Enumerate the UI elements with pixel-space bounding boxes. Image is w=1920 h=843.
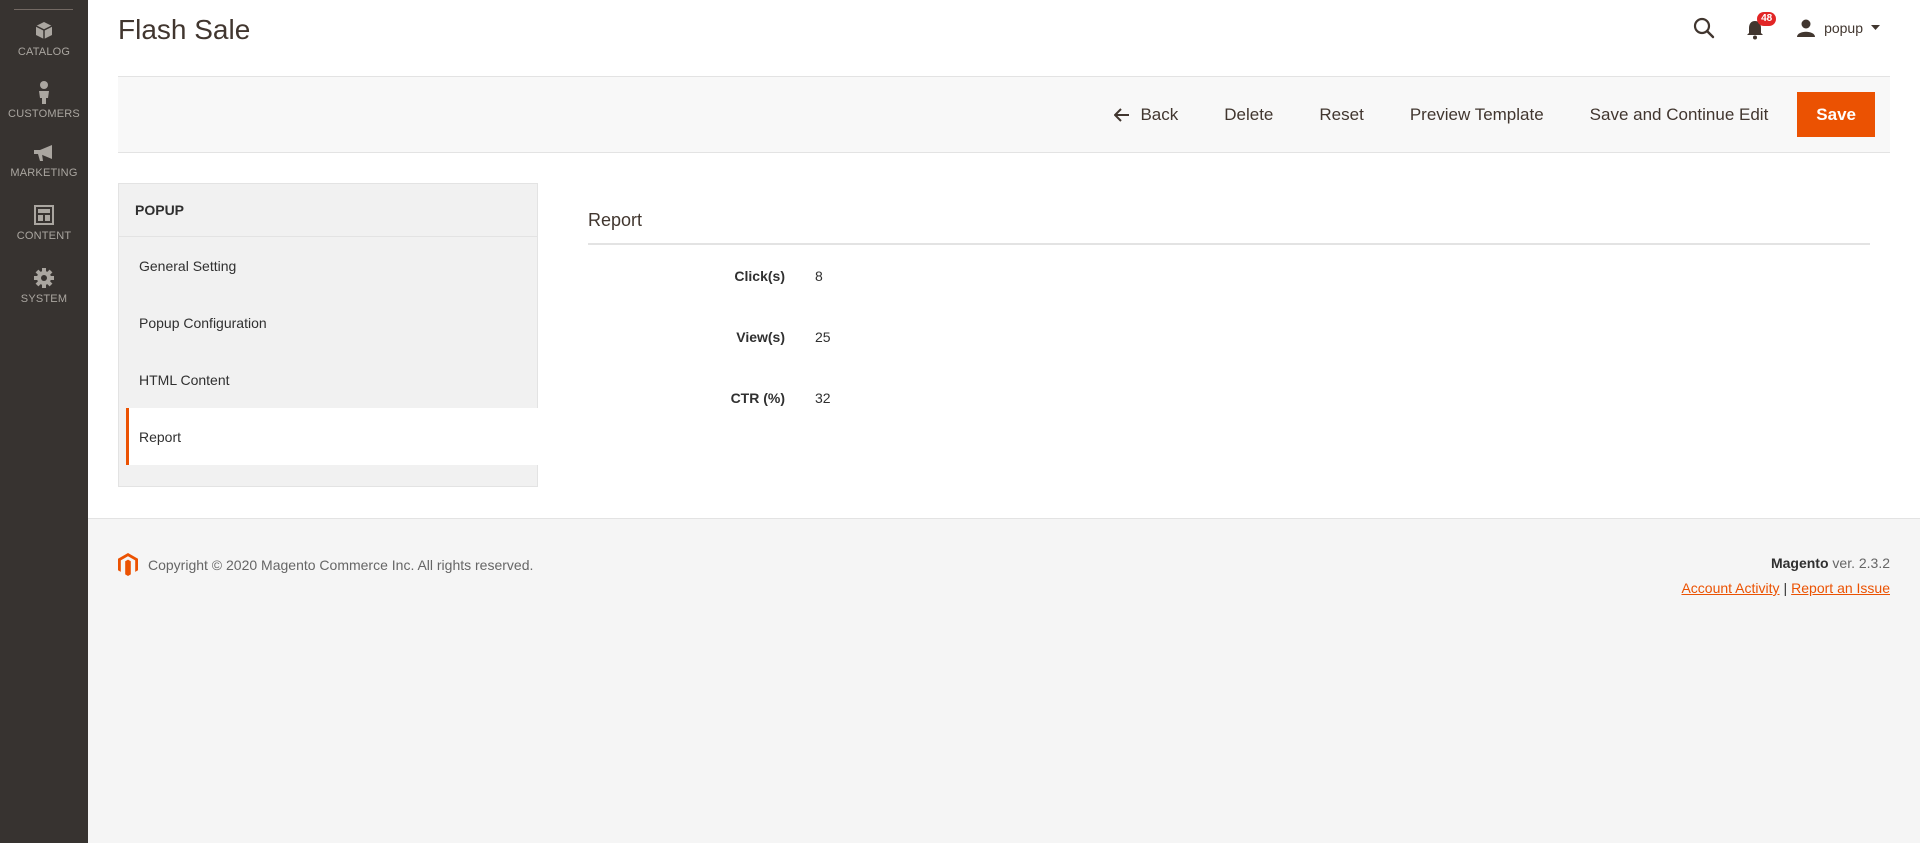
save-button[interactable]: Save [1797,92,1875,137]
page-actions-bar: Back Delete Reset Preview Template Save … [118,76,1890,153]
section-title: Report [588,210,1870,245]
notification-count-badge: 48 [1757,12,1777,26]
content-layout-icon [34,205,54,225]
field-value: 32 [815,389,831,406]
sidebar-item-content[interactable]: CONTENT [0,204,88,264]
link-separator: | [1783,580,1788,596]
user-name: popup [1824,20,1863,36]
tabs-title: POPUP [119,184,537,237]
system-gear-icon [34,268,54,288]
magento-logo-icon [118,553,138,576]
reset-button[interactable]: Reset [1296,92,1386,137]
sidebar-item-catalog[interactable]: CATALOG [0,20,88,80]
report-section: Report Click(s) 8 View(s) 25 CTR (%) 32 [588,210,1870,428]
version-info: Magento ver. 2.3.2 Account Activity | Repo… [1681,555,1890,596]
user-menu[interactable]: popup [1796,19,1880,37]
popup-tabs: POPUP General Setting Popup Configuratio… [118,183,538,487]
field-label: CTR (%) [730,389,785,406]
sidebar-divider [14,9,73,10]
search-icon[interactable] [1692,16,1716,40]
chevron-down-icon [1871,25,1880,30]
sidebar-item-marketing[interactable]: MARKETING [0,143,88,203]
sidebar-item-system[interactable]: SYSTEM [0,267,88,327]
main-content: Flash Sale 48 popup Back Delete Reset Pr… [88,0,1920,518]
notifications-button[interactable]: 48 [1746,12,1777,40]
header-actions: 48 popup [1692,12,1880,42]
field-value: 8 [815,267,823,284]
sidebar-item-label: CONTENT [16,230,72,242]
sidebar-item-label: SYSTEM [20,293,68,305]
page-actions: Back Delete Reset Preview Template Save … [1091,92,1875,137]
save-and-continue-button[interactable]: Save and Continue Edit [1567,92,1792,137]
delete-button[interactable]: Delete [1201,92,1296,137]
back-button-label: Back [1140,104,1179,124]
catalog-cube-icon [35,22,53,39]
tab-general-setting[interactable]: General Setting [119,237,537,294]
customers-person-icon [39,81,49,104]
sidebar-item-label: CATALOG [17,46,71,58]
account-activity-link[interactable]: Account Activity [1681,580,1779,596]
marketing-megaphone-icon [34,145,52,161]
field-label: Click(s) [734,267,785,284]
preview-template-button[interactable]: Preview Template [1387,92,1567,137]
report-issue-link[interactable]: Report an Issue [1791,580,1890,596]
report-field-ctr: CTR (%) 32 [588,367,1870,428]
tab-report[interactable]: Report [126,408,538,465]
version-number: ver. 2.3.2 [1832,555,1890,571]
tab-popup-configuration[interactable]: Popup Configuration [119,294,537,351]
copyright: Copyright © 2020 Magento Commerce Inc. A… [118,553,533,576]
brand-name: Magento [1770,555,1829,571]
copyright-text: Copyright © 2020 Magento Commerce Inc. A… [148,556,534,573]
sidebar-item-customers[interactable]: CUSTOMERS [0,80,88,140]
tab-html-content[interactable]: HTML Content [119,351,537,408]
footer: Copyright © 2020 Magento Commerce Inc. A… [88,518,1920,843]
report-field-views: View(s) 25 [588,306,1870,367]
footer-links: Account Activity | Report an Issue [1681,580,1890,596]
page-title: Flash Sale [118,14,251,45]
back-button[interactable]: Back [1091,92,1201,137]
sidebar-item-label: CUSTOMERS [8,108,80,120]
arrow-left-icon [1114,107,1130,122]
field-value: 25 [815,328,831,345]
sidebar-item-label: MARKETING [10,167,78,179]
report-field-clicks: Click(s) 8 [588,245,1870,306]
field-label: View(s) [736,328,785,345]
user-avatar-icon [1797,19,1816,37]
admin-sidebar: CATALOG CUSTOMERS MARKETING CONTENT SYST… [0,0,88,843]
